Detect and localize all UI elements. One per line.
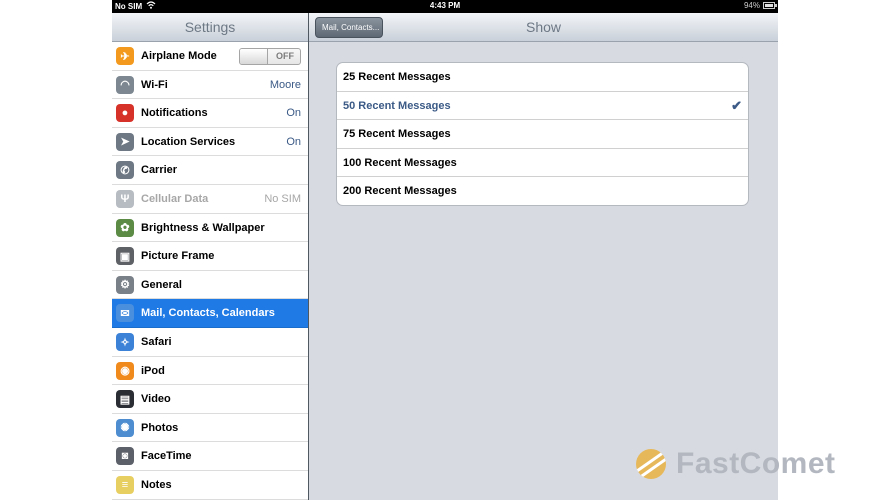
toggle-knob bbox=[240, 49, 268, 64]
antenna-icon: Ψ bbox=[116, 190, 134, 208]
show-option[interactable]: 50 Recent Messages ✔ bbox=[337, 92, 748, 121]
sidebar-item-label: Video bbox=[141, 393, 171, 406]
sidebar-item[interactable]: ◠ Wi-Fi Moore bbox=[112, 70, 308, 100]
sidebar-item[interactable]: Ψ Cellular Data No SIM bbox=[112, 185, 308, 214]
sidebar-item-label: Photos bbox=[141, 421, 179, 434]
mail-icon: ✉ bbox=[116, 304, 134, 323]
sidebar-item[interactable]: ✺ Photos bbox=[112, 413, 308, 443]
sidebar-item[interactable]: ◙ FaceTime bbox=[112, 442, 308, 471]
detail-navbar: Show Mail, Contacts... bbox=[309, 13, 778, 42]
clapper-icon: ▤ bbox=[116, 390, 134, 409]
toggle-state-text: OFF bbox=[276, 51, 294, 61]
notes-icon: ≡ bbox=[116, 476, 134, 494]
show-option-label: 75 Recent Messages bbox=[343, 128, 451, 141]
sidebar-item[interactable]: ✧ Safari bbox=[112, 328, 308, 357]
back-button[interactable]: Mail, Contacts... bbox=[315, 17, 383, 38]
sidebar-item[interactable]: ◉ iPod bbox=[112, 356, 308, 386]
show-option-label: 25 Recent Messages bbox=[343, 71, 451, 83]
airplane-mode-toggle[interactable]: OFF bbox=[239, 48, 301, 65]
status-bar: No SIM 4:43 PM 94% bbox=[112, 0, 778, 13]
flower-icon: ✿ bbox=[116, 218, 134, 237]
picture-frame-icon: ▣ bbox=[116, 247, 134, 266]
sidebar-item-label: Mail, Contacts, Calendars bbox=[141, 307, 275, 320]
phone-icon: ✆ bbox=[116, 161, 134, 180]
sidebar-item[interactable]: ≡ Notes bbox=[112, 471, 308, 500]
settings-list: ✈ Airplane Mode OFF ◠ Wi-Fi Moore ● Notificatio… bbox=[112, 42, 308, 500]
fastcomet-logo-icon bbox=[636, 449, 666, 479]
sidebar-item[interactable]: ➤ Location Services On bbox=[112, 127, 308, 157]
sidebar-item-label: Notes bbox=[141, 479, 172, 491]
settings-navbar: Settings bbox=[112, 13, 308, 42]
sidebar-item-label: Airplane Mode bbox=[141, 50, 217, 62]
sidebar-item-label: iPod bbox=[141, 364, 165, 377]
status-time: 4:43 PM bbox=[429, 1, 461, 10]
sidebar-item-label: Carrier bbox=[141, 164, 178, 177]
watermark: FastComet bbox=[636, 444, 836, 484]
sidebar-item-label: FaceTime bbox=[141, 450, 192, 463]
show-option-label: 100 Recent Messages bbox=[343, 156, 457, 169]
show-option-label: 200 Recent Messages bbox=[343, 185, 457, 198]
sidebar-item-label: Picture Frame bbox=[141, 250, 215, 263]
detail-pane: 25 Recent Messages 50 Recent Messages ✔ 75 … bbox=[309, 42, 778, 500]
sidebar-item[interactable]: ▣ Picture Frame bbox=[112, 242, 308, 271]
battery-percent: 94% bbox=[743, 1, 760, 10]
sidebar-item-label: Location Services bbox=[141, 135, 236, 148]
sidebar-item-value: On bbox=[286, 107, 301, 120]
show-option[interactable]: 75 Recent Messages bbox=[337, 120, 748, 149]
sidebar-item-label: General bbox=[141, 278, 182, 291]
sidebar-item-label: Safari bbox=[141, 336, 172, 348]
sunflower-icon: ✺ bbox=[116, 418, 134, 437]
battery-icon bbox=[763, 2, 777, 9]
sidebar-item-label: Notifications bbox=[141, 107, 208, 120]
ipod-icon: ◉ bbox=[116, 361, 134, 380]
sidebar-item-label: Wi-Fi bbox=[141, 78, 168, 91]
notifications-icon: ● bbox=[116, 104, 134, 123]
sidebar-item-value: Moore bbox=[269, 78, 301, 91]
sidebar-item-value: On bbox=[286, 135, 301, 148]
sidebar-item[interactable]: ✉ Mail, Contacts, Calendars bbox=[112, 299, 308, 328]
compass-icon: ✧ bbox=[116, 333, 134, 351]
gear-icon: ⚙ bbox=[116, 275, 134, 294]
settings-title: Settings bbox=[184, 19, 236, 35]
sidebar-item[interactable]: ✿ Brightness & Wallpaper bbox=[112, 213, 308, 243]
show-option[interactable]: 100 Recent Messages bbox=[337, 149, 748, 178]
show-option-label: 50 Recent Messages bbox=[343, 99, 451, 112]
sidebar-item[interactable]: ✆ Carrier bbox=[112, 156, 308, 185]
show-options-group: 25 Recent Messages 50 Recent Messages ✔ 75 … bbox=[336, 62, 749, 206]
sidebar-item[interactable]: ⚙ General bbox=[112, 270, 308, 300]
airplane-icon: ✈ bbox=[116, 47, 134, 65]
sidebar-item[interactable]: ▤ Video bbox=[112, 385, 308, 414]
checkmark-icon: ✔ bbox=[731, 97, 742, 113]
watermark-text: FastComet bbox=[676, 447, 836, 480]
show-option[interactable]: 200 Recent Messages bbox=[337, 177, 748, 205]
ipad-screen: No SIM 4:43 PM 94% Settings Show Mail, C… bbox=[112, 0, 778, 500]
camera-icon: ◙ bbox=[116, 447, 134, 466]
sidebar-item-label: Cellular Data bbox=[141, 193, 209, 205]
wifi-icon: ◠ bbox=[116, 75, 134, 94]
sidebar-item-value: No SIM bbox=[264, 193, 301, 205]
show-option[interactable]: 25 Recent Messages bbox=[337, 63, 748, 92]
sidebar-item[interactable]: ✈ Airplane Mode OFF bbox=[112, 42, 308, 71]
sidebar-item[interactable]: ● Notifications On bbox=[112, 99, 308, 128]
location-icon: ➤ bbox=[116, 132, 134, 151]
status-right: 94% bbox=[743, 1, 777, 10]
sidebar-item-label: Brightness & Wallpaper bbox=[141, 221, 265, 234]
